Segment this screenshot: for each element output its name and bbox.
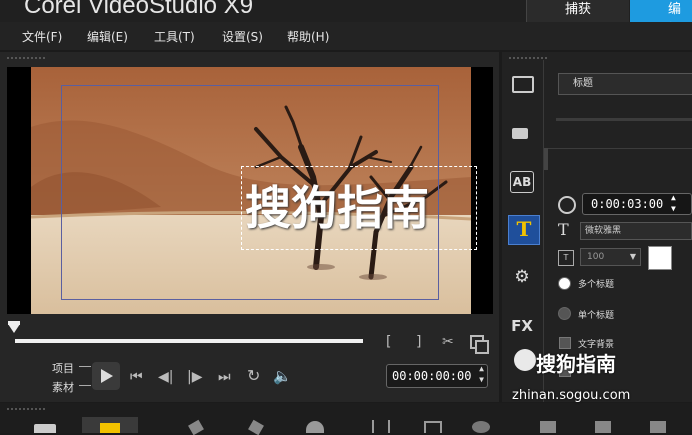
preview-title-text[interactable]: 搜狗指南: [245, 171, 477, 245]
filter-icon[interactable]: FX: [508, 313, 536, 339]
watermark-url: zhinan.sogou.com: [512, 388, 631, 403]
watermark-text: 搜狗指南: [536, 352, 616, 376]
timeline-view-button[interactable]: [82, 417, 138, 433]
storyboard-view-icon[interactable]: [34, 424, 56, 433]
split-clip-icon[interactable]: ✂: [442, 334, 454, 350]
app-title: Corel VideoStudio X9: [24, 0, 254, 19]
separator: [556, 118, 692, 121]
mark-in-icon[interactable]: [: [386, 334, 391, 350]
home-icon[interactable]: ⏮: [130, 369, 143, 385]
clip-mode-label[interactable]: 素材: [52, 379, 74, 395]
timecode-stepper-icon[interactable]: ▲ ▼: [479, 363, 484, 385]
sound-mixer-icon[interactable]: [372, 420, 390, 433]
motion-tracking-icon[interactable]: [472, 421, 490, 433]
media-icon[interactable]: [508, 70, 536, 96]
timecode-value: 00:00:00:00: [392, 369, 472, 383]
tab-capture[interactable]: 捕获: [526, 0, 629, 22]
graphic-icon[interactable]: ⚙: [508, 264, 536, 290]
title-type-dropdown[interactable]: 标题: [558, 73, 692, 95]
separator: [544, 148, 692, 149]
watermark-logo: [514, 349, 536, 371]
multi-title-radio[interactable]: [558, 277, 571, 290]
preview-window[interactable]: 搜狗指南: [7, 67, 493, 314]
clock-icon: [558, 196, 576, 214]
volume-icon[interactable]: 🔈: [273, 368, 292, 384]
scrub-bar[interactable]: [15, 339, 363, 343]
time-remap-icon[interactable]: [650, 421, 666, 433]
next-frame-icon[interactable]: |▶: [187, 369, 202, 385]
font-size-icon: T: [558, 250, 574, 266]
play-icon: [101, 369, 113, 383]
panel-grip[interactable]: [6, 56, 46, 60]
project-mode-label[interactable]: 项目: [52, 360, 74, 376]
mode-connector: [79, 366, 91, 367]
duration-value: 0:00:03:00: [591, 197, 664, 211]
end-icon[interactable]: ⏭: [218, 369, 231, 385]
single-title-radio[interactable]: [558, 307, 571, 320]
instant-project-icon[interactable]: [508, 120, 536, 146]
play-button[interactable]: [92, 362, 120, 390]
menu-edit[interactable]: 编辑(E): [87, 28, 128, 45]
menu-tools[interactable]: 工具(T): [154, 28, 195, 45]
panel-grip[interactable]: [6, 407, 46, 411]
enlarge-preview-icon[interactable]: [470, 335, 489, 354]
scrub-handle-pointer[interactable]: [8, 324, 20, 333]
timecode-display[interactable]: 00:00:00:00 ▲ ▼: [386, 364, 488, 388]
multi-camera-icon[interactable]: [595, 421, 611, 433]
transition-icon[interactable]: AB: [508, 169, 536, 195]
font-icon: T: [558, 220, 569, 239]
repeat-icon[interactable]: ↻: [247, 368, 260, 384]
splitter-handle[interactable]: [544, 148, 548, 170]
auto-music-icon[interactable]: [424, 421, 442, 433]
menu-settings[interactable]: 设置(S): [222, 28, 263, 45]
font-size-value: 100: [587, 252, 605, 262]
chevron-down-icon: ▼: [629, 252, 636, 261]
single-title-label: 单个标题: [578, 311, 615, 321]
title-icon[interactable]: T: [508, 215, 540, 245]
timeline-view-icon: [100, 423, 120, 433]
menu-help[interactable]: 帮助(H): [287, 28, 329, 45]
subtitle-editor-icon[interactable]: [540, 421, 556, 433]
panel-grip[interactable]: [508, 56, 548, 60]
font-color-swatch[interactable]: [648, 246, 672, 270]
tab-edit[interactable]: 编辑: [630, 0, 692, 37]
duration-field[interactable]: 0:00:03:00 ▲ ▼: [582, 193, 692, 215]
duration-stepper-icon[interactable]: ▲ ▼: [671, 192, 676, 214]
title-t-glyph: T: [516, 217, 532, 241]
font-size-dropdown[interactable]: 100 ▼: [580, 248, 641, 266]
mode-connector: [79, 385, 91, 386]
multi-title-label: 多个标题: [578, 280, 615, 290]
previous-frame-icon[interactable]: ◀|: [158, 369, 173, 385]
font-dropdown[interactable]: 微软雅黑: [580, 222, 692, 240]
record-capture-icon[interactable]: [306, 421, 324, 433]
menu-file[interactable]: 文件(F): [22, 28, 62, 45]
mark-out-icon[interactable]: ]: [416, 334, 421, 350]
